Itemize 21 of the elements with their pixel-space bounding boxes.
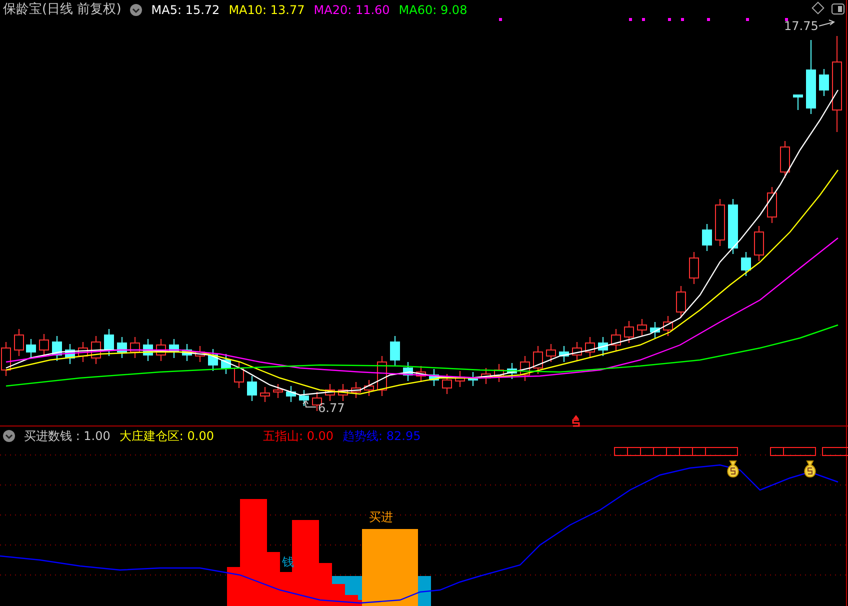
collapse-icon[interactable] bbox=[130, 4, 142, 16]
indicator-value: 买进数钱 : 1.00 bbox=[24, 429, 110, 443]
indicator-value: 大庄建仓区: 0.00 bbox=[119, 429, 214, 443]
buy-signal-icon bbox=[572, 415, 580, 427]
money-bag-icon bbox=[804, 460, 816, 478]
indicator-value: 趋势线: 82.95 bbox=[342, 429, 421, 443]
indicator-value: MA10: 13.77 bbox=[228, 3, 305, 17]
bar-label: 买进 bbox=[369, 510, 393, 524]
pointer-arrow-icon bbox=[302, 400, 316, 408]
diamond-icon[interactable] bbox=[812, 2, 824, 14]
pointer-arrow-icon bbox=[818, 20, 836, 26]
indicator-value: MA5: 15.72 bbox=[151, 3, 220, 17]
price-label: 17.75 bbox=[784, 19, 818, 33]
indicator-value: 五指山: 0.00 bbox=[262, 429, 334, 443]
price-label: 6.77 bbox=[318, 401, 345, 415]
indicator-value: MA60: 9.08 bbox=[398, 3, 468, 17]
chart-title: 保龄宝(日线 前复权) bbox=[3, 3, 122, 17]
panel-toggle-icon[interactable] bbox=[832, 4, 844, 14]
indicator-value: MA20: 11.60 bbox=[314, 3, 390, 17]
money-bag-icon bbox=[727, 460, 739, 478]
collapse-icon[interactable] bbox=[3, 430, 15, 442]
